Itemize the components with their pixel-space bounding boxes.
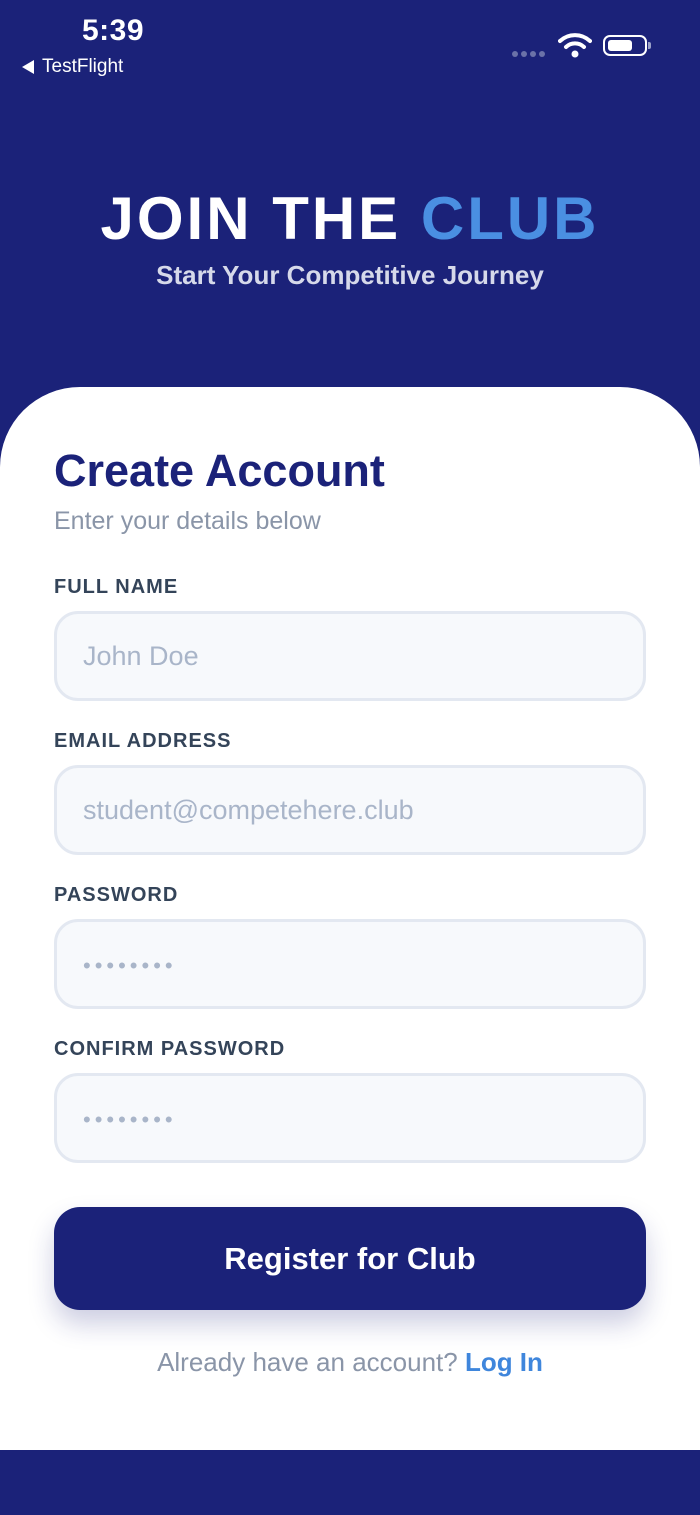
full-name-input[interactable] [54, 611, 646, 701]
password-label: PASSWORD [54, 884, 179, 906]
email-label: EMAIL ADDRESS [54, 730, 232, 752]
form-title: Create Account [54, 445, 385, 496]
back-arrow-icon [22, 60, 34, 74]
wifi-icon [558, 33, 592, 58]
cellular-signal-icon [512, 51, 545, 57]
password-input[interactable] [54, 919, 646, 1009]
status-time: 5:39 [82, 14, 145, 47]
form-subtitle: Enter your details below [54, 507, 321, 535]
hero-subtitle: Start Your Competitive Journey [156, 260, 544, 290]
status-bar: 5:39 TestFlight [0, 0, 700, 90]
login-link[interactable]: Log In [465, 1347, 543, 1377]
back-app-label: TestFlight [42, 56, 124, 77]
hero-title: JOIN THE CLUB [0, 184, 700, 253]
battery-icon [603, 35, 651, 56]
login-prompt-text: Already have an account? [157, 1347, 465, 1377]
login-prompt-row: Already have an account? Log In [0, 1347, 700, 1378]
back-to-app-link[interactable]: TestFlight [22, 56, 123, 78]
email-input[interactable] [54, 765, 646, 855]
full-name-label: FULL NAME [54, 576, 179, 598]
confirm-password-label: CONFIRM PASSWORD [54, 1038, 286, 1060]
register-button[interactable]: Register for Club [54, 1207, 646, 1310]
confirm-password-input[interactable] [54, 1073, 646, 1163]
hero-title-accent: CLUB [420, 185, 600, 252]
hero-title-main: JOIN THE [100, 185, 421, 252]
